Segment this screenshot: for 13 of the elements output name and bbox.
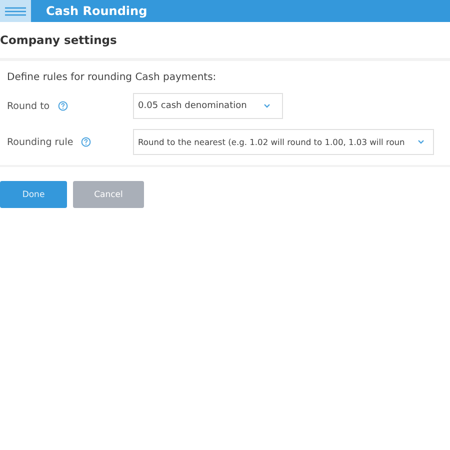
menu-button[interactable] [0,0,31,22]
description-text: Define rules for rounding Cash payments: [7,72,218,83]
caret-icon [418,140,424,144]
field-label: Rounding rule [7,136,74,148]
menu-icon [5,6,26,16]
help-icon[interactable] [58,101,68,111]
caret-icon [264,104,270,108]
page-title: Cash Rounding [46,4,148,18]
dropdown-select[interactable]: 0.05 cash denomination [133,93,283,119]
help-icon[interactable] [81,137,92,147]
section-title: Company settings [0,33,117,47]
dropdown-select[interactable]: Round to the nearest (e.g. 1.02 will round to 1.00, 1.03 will roun [133,129,434,155]
field-label: Round to [7,100,50,112]
